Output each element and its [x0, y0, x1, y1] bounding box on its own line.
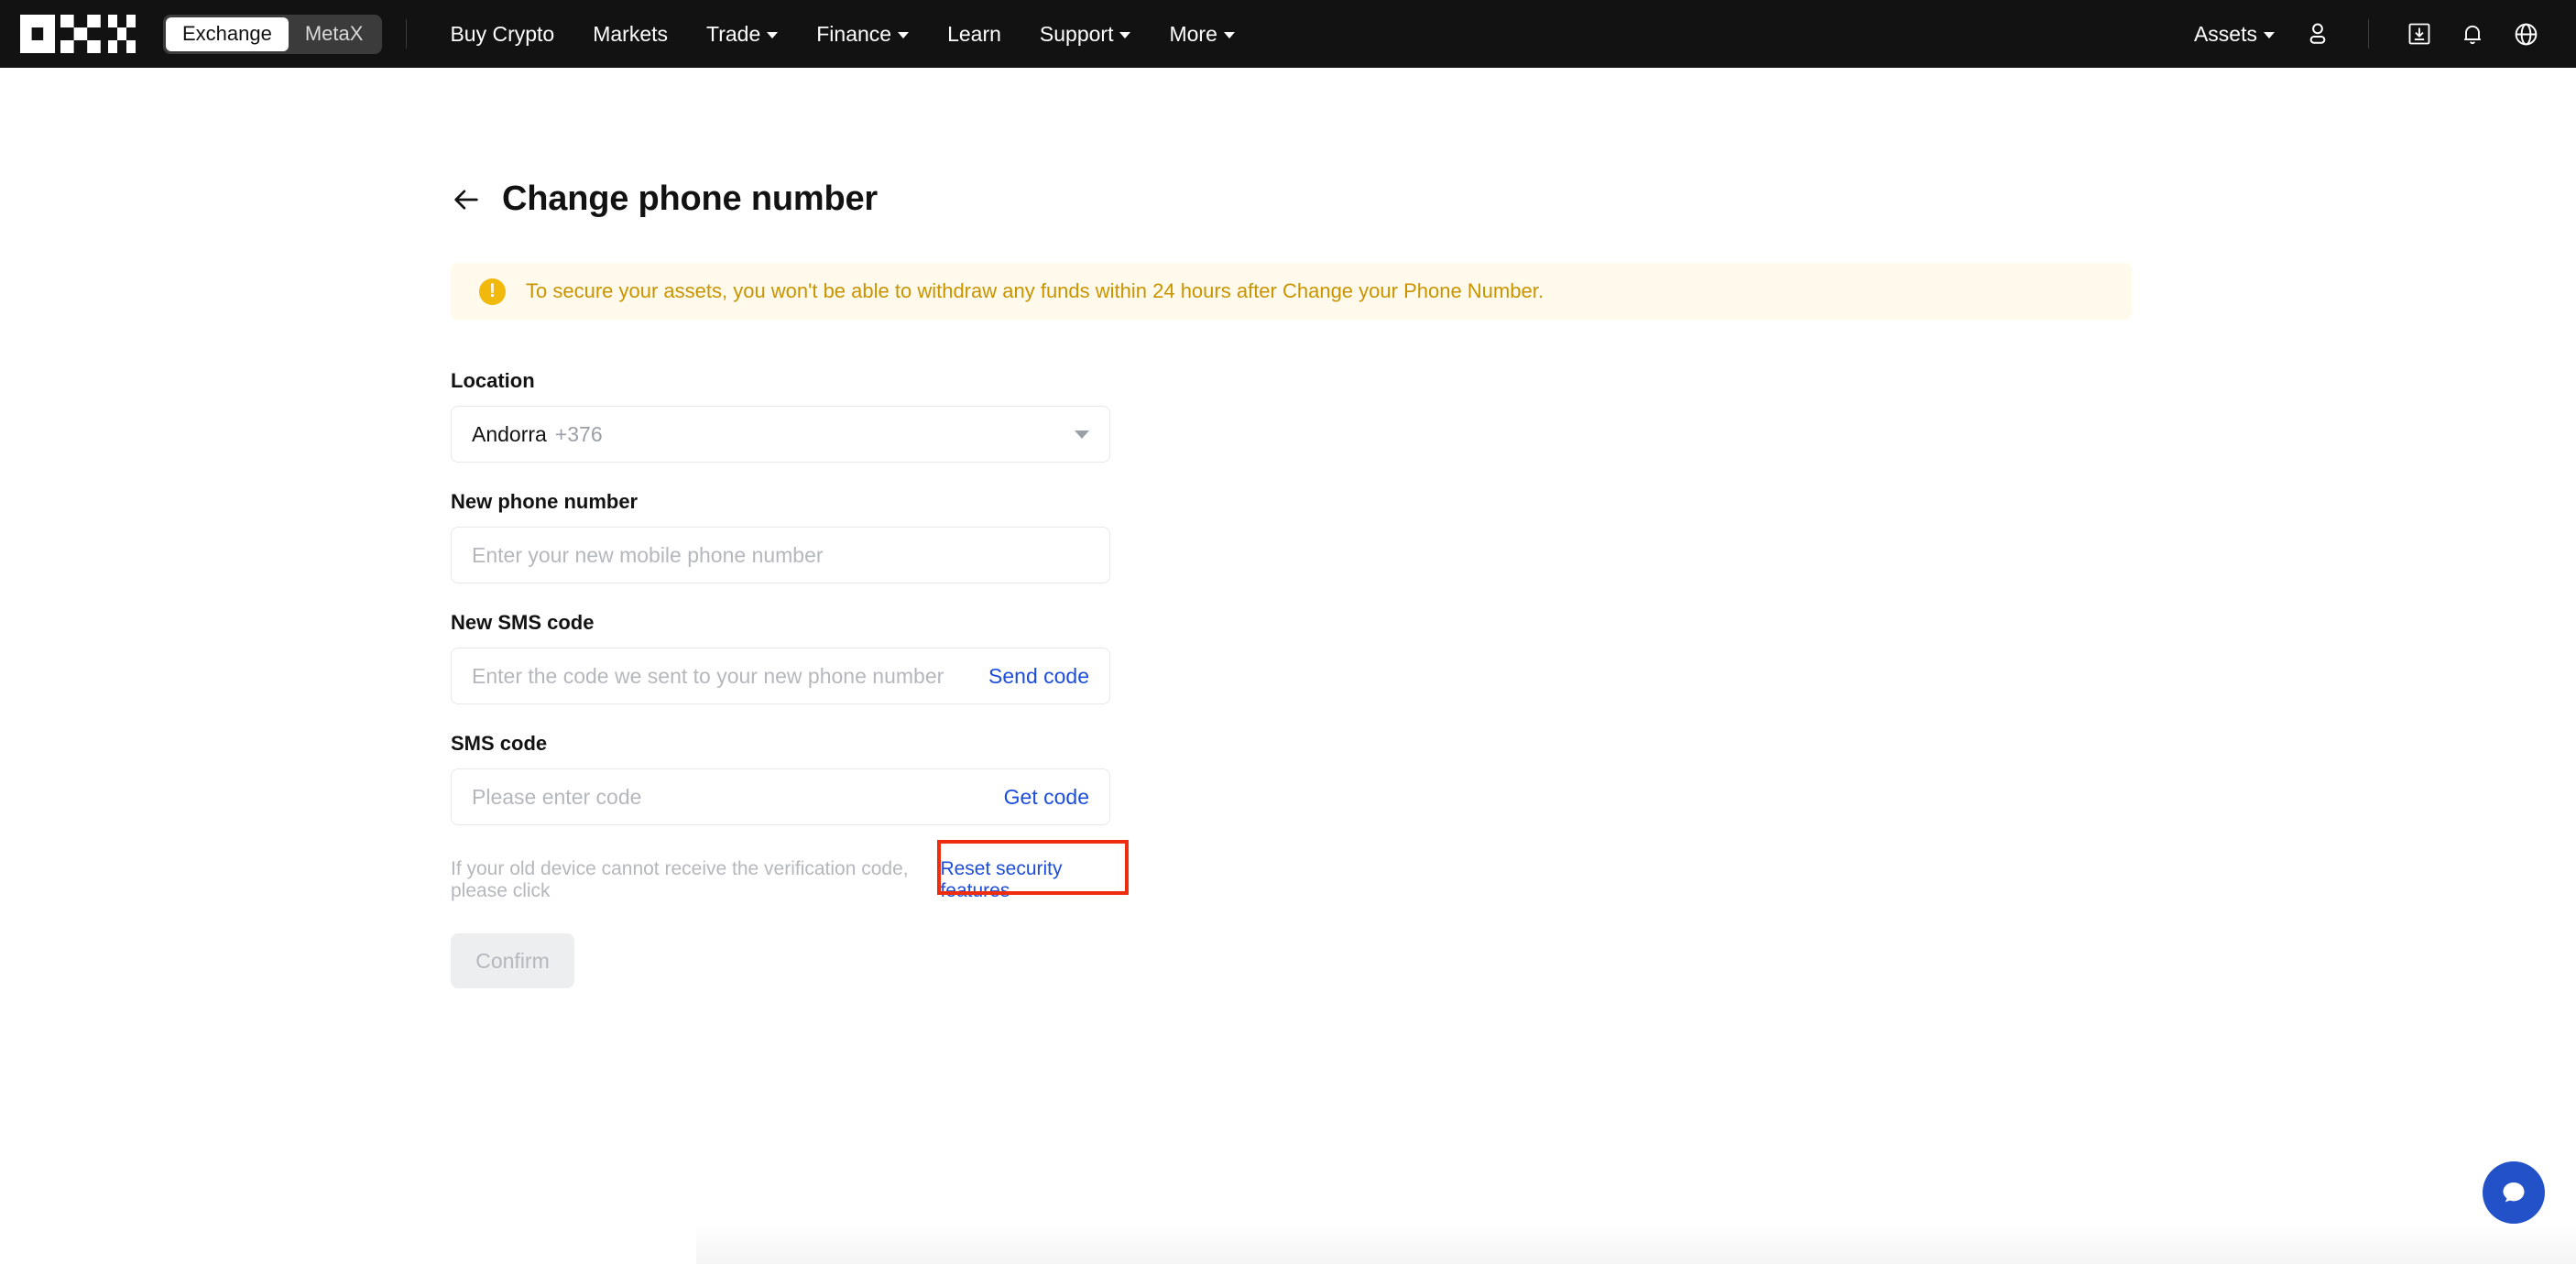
new-sms-code-input[interactable]: Enter the code we sent to your new phone… — [451, 648, 1110, 704]
warning-exclamation-icon: ! — [479, 278, 506, 305]
new-sms-code-label: New SMS code — [451, 611, 595, 634]
bottom-gradient-band — [696, 1222, 2576, 1264]
segment-metax[interactable]: MetaX — [289, 17, 380, 51]
new-sms-code-placeholder: Enter the code we sent to your new phone… — [472, 663, 944, 688]
get-code-button[interactable]: Get code — [1004, 785, 1089, 810]
page-title: Change phone number — [502, 180, 878, 218]
chevron-down-icon — [1223, 32, 1235, 38]
top-navigation-bar: Exchange MetaX Buy Crypto Markets Trade … — [0, 0, 2576, 68]
nav-item-trade[interactable]: Trade — [687, 0, 797, 68]
user-icon — [2309, 23, 2326, 44]
location-country: Andorra — [472, 421, 547, 446]
reset-hint-text: If your old device cannot receive the ve… — [451, 858, 909, 901]
language-globe-icon — [2515, 23, 2537, 45]
nav-item-finance[interactable]: Finance — [797, 0, 928, 68]
nav-item-support[interactable]: Support — [1021, 0, 1151, 68]
notifications-button[interactable] — [2446, 0, 2499, 68]
nav-item-label: Buy Crypto — [450, 21, 555, 46]
nav-item-learn[interactable]: Learn — [928, 0, 1021, 68]
new-phone-label: New phone number — [451, 490, 639, 513]
new-phone-placeholder: Enter your new mobile phone number — [472, 542, 824, 567]
change-phone-form: Location Andorra +376 New phone number E… — [451, 369, 1129, 988]
new-phone-input[interactable]: Enter your new mobile phone number — [451, 527, 1110, 583]
product-switcher[interactable]: Exchange MetaX — [163, 14, 383, 54]
nav-item-markets[interactable]: Markets — [573, 0, 687, 68]
location-select[interactable]: Andorra +376 — [451, 406, 1110, 463]
withdrawal-restriction-alert: ! To secure your assets, you won't be ab… — [451, 263, 2132, 320]
nav-item-label: Support — [1039, 21, 1114, 46]
send-code-button[interactable]: Send code — [988, 664, 1089, 689]
nav-divider — [406, 19, 408, 49]
nav-item-buy-crypto[interactable]: Buy Crypto — [431, 0, 573, 68]
chat-bubble-icon — [2496, 1175, 2531, 1210]
reset-hint-row: If your old device cannot receive the ve… — [451, 840, 1129, 901]
location-dial-code: +376 — [554, 421, 603, 446]
nav-item-label: Finance — [816, 21, 892, 46]
reset-security-features-link[interactable]: Reset security features — [940, 858, 1110, 902]
support-chat-button[interactable] — [2483, 1161, 2545, 1224]
nav-item-label: Trade — [706, 21, 761, 46]
chevron-down-icon — [2264, 32, 2275, 38]
sms-code-placeholder: Please enter code — [472, 784, 642, 809]
language-button[interactable] — [2499, 0, 2552, 68]
alert-message: To secure your assets, you won't be able… — [526, 279, 1544, 302]
content-column: Change phone number ! To secure your ass… — [451, 68, 2136, 988]
nav-item-assets[interactable]: Assets — [2178, 0, 2291, 68]
sms-code-label: SMS code — [451, 732, 548, 755]
chevron-down-icon — [767, 32, 779, 38]
download-icon — [2408, 23, 2430, 45]
nav-divider — [2368, 19, 2369, 49]
nav-item-label: More — [1169, 21, 1217, 46]
nav-right-group: Assets — [2178, 0, 2576, 68]
nav-links: Buy Crypto Markets Trade Finance Learn S… — [431, 0, 1253, 68]
nav-item-more[interactable]: More — [1150, 0, 1253, 68]
nav-item-label: Assets — [2193, 21, 2257, 46]
nav-item-label: Learn — [947, 21, 1001, 46]
notification-bell-icon — [2464, 25, 2481, 45]
sms-code-input[interactable]: Please enter code Get code — [451, 768, 1110, 825]
nav-item-label: Markets — [593, 21, 669, 46]
location-label: Location — [451, 369, 535, 392]
segment-exchange[interactable]: Exchange — [166, 16, 289, 51]
chevron-down-icon — [1119, 32, 1131, 38]
account-menu-button[interactable] — [2291, 0, 2344, 68]
nav-left-group: Exchange MetaX Buy Crypto Markets Trade … — [0, 0, 1254, 68]
download-app-button[interactable] — [2393, 0, 2446, 68]
page-header: Change phone number — [451, 180, 2136, 219]
chevron-down-icon — [898, 32, 910, 38]
chevron-down-icon — [1075, 430, 1089, 439]
back-arrow-icon[interactable] — [451, 184, 482, 215]
okx-logo[interactable] — [20, 15, 136, 53]
confirm-button[interactable]: Confirm — [451, 933, 574, 988]
page-body: Change phone number ! To secure your ass… — [0, 68, 2576, 1264]
